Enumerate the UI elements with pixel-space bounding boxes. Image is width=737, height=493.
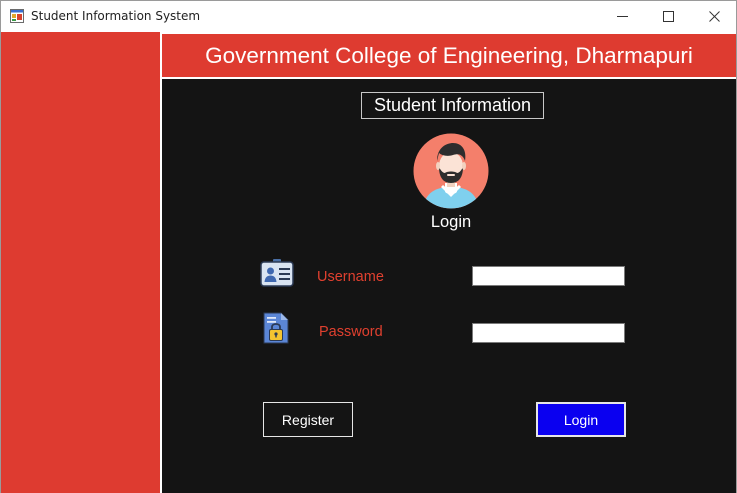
lock-document-icon: [263, 312, 289, 344]
id-card-icon: [260, 259, 294, 287]
user-avatar-icon: [413, 133, 489, 209]
header-banner: Government College of Engineering, Dharm…: [162, 34, 736, 77]
app-window: Student Information System Government Co…: [0, 0, 737, 493]
minimize-icon: [616, 16, 628, 17]
password-input[interactable]: [472, 323, 625, 343]
window-title: Student Information System: [31, 9, 201, 23]
college-title: Government College of Engineering, Dharm…: [205, 42, 693, 68]
app-icon: [10, 9, 24, 23]
title-bar[interactable]: Student Information System: [1, 1, 736, 32]
section-title: Student Information: [361, 92, 544, 119]
minimize-button[interactable]: [599, 1, 645, 32]
close-icon: [708, 11, 720, 22]
maximize-icon: [662, 11, 674, 22]
login-button[interactable]: Login: [536, 402, 626, 437]
sidebar: [1, 32, 160, 493]
register-button[interactable]: Register: [263, 402, 353, 437]
username-label: Username: [317, 269, 384, 285]
password-label: Password: [319, 324, 383, 340]
login-heading: Login: [430, 213, 472, 231]
login-panel: Student Information Login Username Passw…: [162, 79, 736, 493]
username-input[interactable]: [472, 266, 625, 286]
close-button[interactable]: [691, 1, 737, 32]
maximize-button[interactable]: [645, 1, 691, 32]
